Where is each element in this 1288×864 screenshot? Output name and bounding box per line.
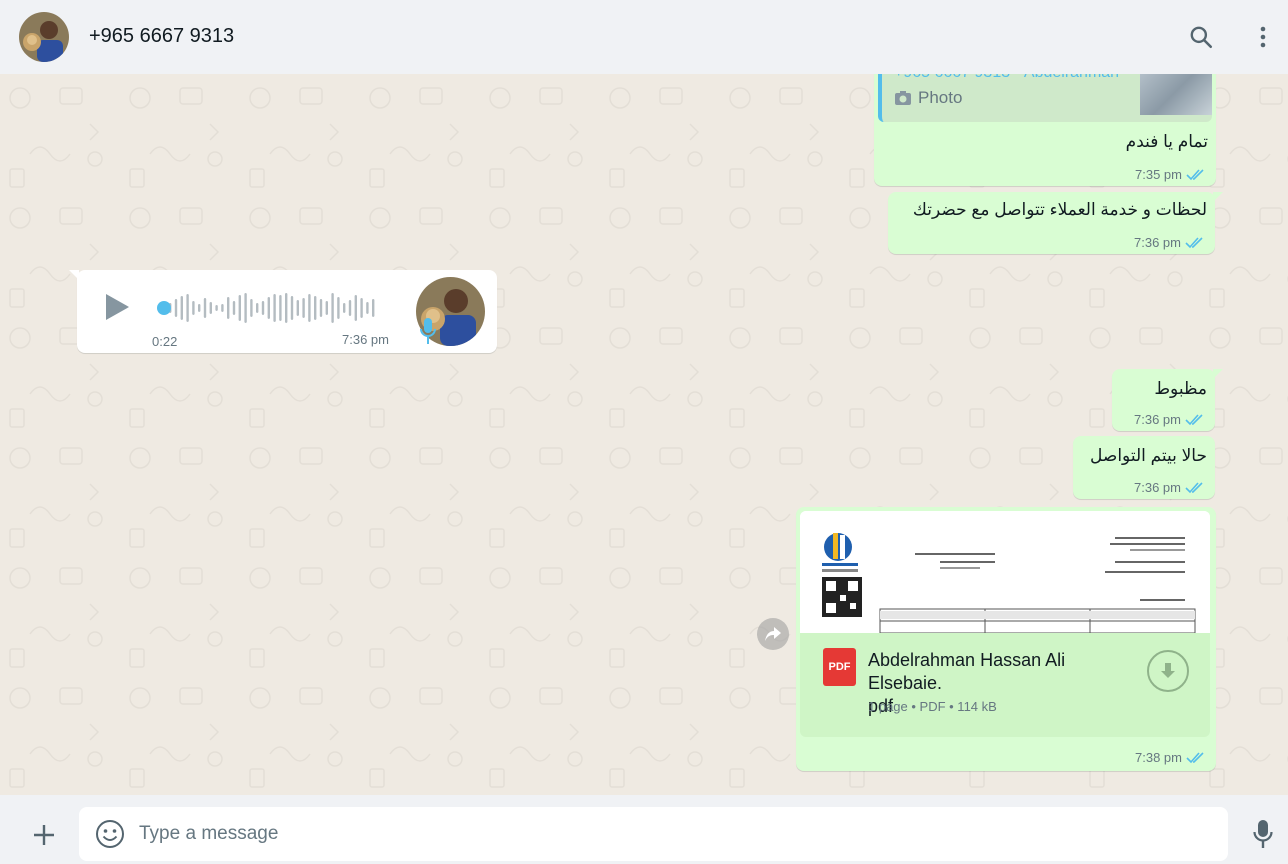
- waveform-bar: [227, 297, 230, 319]
- waveform-bar: [314, 296, 317, 320]
- waveform-bar: [337, 297, 340, 319]
- waveform-bar: [372, 299, 375, 317]
- waveform-bar: [174, 299, 178, 317]
- message-text: تمام يا فندم: [1125, 132, 1208, 151]
- waveform-bar: [296, 300, 299, 316]
- microphone-icon: [420, 317, 436, 350]
- waveform-bar: [360, 298, 363, 318]
- waveform-bar: [302, 298, 305, 318]
- waveform-bar: [250, 299, 253, 317]
- document-preview[interactable]: [800, 511, 1210, 633]
- voice-message-bubble[interactable]: 0:22 7:36 pm: [69, 270, 497, 353]
- waveform-bar: [285, 293, 288, 323]
- waveform-bar: [348, 300, 352, 316]
- camera-icon: [894, 90, 912, 111]
- read-ticks-icon: [1185, 413, 1203, 425]
- voice-duration: 0:22: [152, 334, 178, 349]
- search-icon[interactable]: [1186, 22, 1216, 52]
- waveform-bar: [180, 296, 183, 320]
- message-time: 7:38 pm: [1135, 750, 1182, 765]
- waveform-bar: [279, 295, 282, 321]
- waveform-bar: [267, 297, 270, 319]
- message-text: مظبوط: [1154, 379, 1207, 398]
- waveform-bar: [221, 304, 224, 312]
- attach-plus-icon[interactable]: [28, 819, 60, 851]
- waveform-bar: [192, 301, 195, 315]
- waveform-bar: [273, 294, 276, 322]
- waveform-bar: [319, 299, 323, 317]
- contact-name[interactable]: +965 6667 9313: [89, 25, 234, 48]
- waveform-bar: [203, 298, 207, 318]
- read-ticks-icon: [1186, 751, 1204, 763]
- waveform-bar: [308, 294, 311, 322]
- read-ticks-icon: [1185, 481, 1203, 493]
- waveform-bar: [232, 301, 236, 315]
- waveform-bar: [198, 304, 201, 312]
- chat-header: +965 6667 9313: [0, 0, 1288, 74]
- message-meta: 7:38 pm: [1135, 750, 1206, 765]
- message-meta: 7:36 pm: [1134, 235, 1205, 250]
- waveform-bar: [186, 294, 189, 322]
- message-meta: 7:36 pm: [1134, 480, 1205, 495]
- document-thumbnail: [800, 511, 1210, 633]
- message-time: 7:36 pm: [1134, 412, 1181, 427]
- microphone-icon[interactable]: [1248, 817, 1278, 851]
- message-bubble[interactable]: مظبوط 7:36 pm: [1112, 369, 1223, 431]
- message-bubble[interactable]: لحظات و خدمة العملاء تتواصل مع حضرتك 7:3…: [888, 192, 1223, 254]
- chat-area[interactable]: +965 6667 9313 ~Abdelrahman Photo تمام ي…: [0, 74, 1288, 795]
- message-bubble[interactable]: +965 6667 9313 ~Abdelrahman Photo تمام ي…: [874, 74, 1216, 186]
- quoted-message[interactable]: +965 6667 9313 ~Abdelrahman Photo: [878, 74, 1212, 122]
- waveform-bar: [261, 301, 265, 315]
- forward-button[interactable]: [757, 618, 789, 650]
- message-time: 7:36 pm: [342, 332, 389, 347]
- waveform-bar: [325, 301, 328, 315]
- emoji-icon[interactable]: [94, 818, 126, 850]
- read-ticks-icon: [1185, 236, 1203, 248]
- waveform-bar: [366, 302, 369, 314]
- message-text: حالا بيتم التواصل: [1090, 446, 1207, 465]
- message-meta: 7:35 pm: [1135, 167, 1206, 182]
- message-text: لحظات و خدمة العملاء تتواصل مع حضرتك: [912, 200, 1207, 219]
- waveform-bar: [244, 293, 247, 323]
- pdf-file-icon: PDF: [823, 648, 856, 686]
- menu-icon[interactable]: [1248, 22, 1278, 52]
- voice-progress-handle: [157, 301, 171, 315]
- quote-label: Photo: [918, 88, 963, 107]
- quote-sender: +965 6667 9313 ~Abdelrahman: [894, 74, 1119, 82]
- message-input[interactable]: [139, 807, 1209, 861]
- waveform-bar: [343, 303, 346, 313]
- read-ticks-icon: [1186, 168, 1204, 180]
- waveform-bar: [354, 295, 357, 321]
- voice-waveform[interactable]: [155, 290, 385, 326]
- waveform-bar: [215, 305, 218, 311]
- message-time: 7:36 pm: [1134, 235, 1181, 250]
- message-time: 7:35 pm: [1135, 167, 1182, 182]
- composer-bar: [0, 795, 1288, 864]
- waveform-bar: [331, 293, 334, 323]
- document-message-bubble[interactable]: PDF Abdelrahman Hassan Ali Elsebaie. pdf…: [796, 507, 1216, 771]
- message-input-box[interactable]: [79, 807, 1228, 861]
- waveform-bar: [209, 302, 212, 314]
- quote-thumbnail: [1140, 74, 1212, 115]
- play-button[interactable]: [103, 292, 131, 322]
- message-time: 7:36 pm: [1134, 480, 1181, 495]
- waveform-bar: [238, 295, 241, 321]
- document-details: 1 page • PDF • 114 kB: [868, 699, 997, 714]
- waveform-bar: [290, 296, 294, 320]
- download-button[interactable]: [1147, 650, 1189, 692]
- waveform-bar: [256, 303, 259, 313]
- document-info[interactable]: PDF Abdelrahman Hassan Ali Elsebaie. pdf…: [800, 633, 1210, 737]
- message-meta: 7:36 pm: [1134, 412, 1205, 427]
- message-bubble[interactable]: حالا بيتم التواصل 7:36 pm: [1073, 436, 1215, 499]
- contact-avatar[interactable]: [19, 12, 69, 62]
